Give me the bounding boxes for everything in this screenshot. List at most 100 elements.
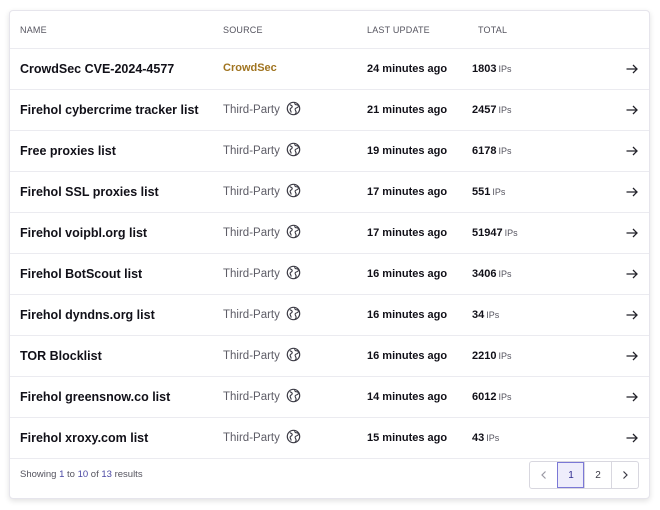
- arrow-right-icon[interactable]: [625, 308, 639, 322]
- blocklist-source: Third-Party: [223, 388, 301, 403]
- column-header-name[interactable]: NAME: [20, 25, 47, 35]
- blocklist-source: Third-Party: [223, 142, 301, 157]
- table-body: CrowdSec CVE-2024-4577 CrowdSec 24 minutes…: [10, 49, 649, 459]
- ip-count: 6012: [472, 391, 497, 403]
- last-update: 17 minutes ago: [367, 227, 448, 239]
- arrow-right-icon[interactable]: [625, 431, 639, 445]
- ip-total: 51947 IPs: [472, 227, 518, 239]
- blocklist-source: Third-Party: [223, 265, 301, 280]
- table-row[interactable]: Firehol BotScout list Third-Party 16 minut…: [10, 254, 649, 295]
- column-header-last-update[interactable]: LAST UPDATE: [367, 25, 430, 35]
- ip-count: 551: [472, 186, 491, 198]
- arrow-right-icon[interactable]: [625, 390, 639, 404]
- ip-total: 551 IPs: [472, 186, 505, 198]
- results-word: results: [111, 469, 143, 480]
- table-row[interactable]: Firehol greensnow.co list Third-Party 14 m…: [10, 377, 649, 418]
- last-update: 16 minutes ago: [367, 268, 448, 280]
- blocklist-source: Third-Party: [223, 224, 301, 239]
- showing-prefix: Showing: [20, 469, 60, 480]
- globe-icon: [286, 142, 301, 157]
- source-label: CrowdSec: [223, 62, 277, 74]
- globe-icon: [286, 429, 301, 444]
- globe-icon: [286, 388, 301, 403]
- ip-total: 3406 IPs: [472, 268, 512, 280]
- page-button-1[interactable]: 1: [557, 462, 584, 488]
- table-row[interactable]: TOR Blocklist Third-Party 16 minutes ago 22…: [10, 336, 649, 377]
- blocklist-name[interactable]: Firehol SSL proxies list: [20, 185, 159, 199]
- last-update: 14 minutes ago: [367, 391, 448, 403]
- globe-icon: [286, 183, 301, 198]
- source-label: Third-Party: [223, 308, 280, 321]
- table-row[interactable]: Firehol cybercrime tracker list Third-Par…: [10, 90, 649, 131]
- ip-total: 6012 IPs: [472, 391, 512, 403]
- table-row[interactable]: Firehol SSL proxies list Third-Party 17 mi…: [10, 172, 649, 213]
- blocklist-name[interactable]: Firehol voipbl.org list: [20, 226, 147, 240]
- page-button-2[interactable]: 2: [584, 462, 611, 488]
- last-update: 17 minutes ago: [367, 186, 448, 198]
- blocklist-source: Third-Party: [223, 347, 301, 362]
- table-row[interactable]: CrowdSec CVE-2024-4577 CrowdSec 24 minutes…: [10, 49, 649, 90]
- source-label: Third-Party: [223, 226, 280, 239]
- source-label: Third-Party: [223, 144, 280, 157]
- last-update: 21 minutes ago: [367, 104, 448, 116]
- ip-unit: IPs: [498, 64, 512, 74]
- previous-page-button[interactable]: [530, 462, 557, 488]
- ip-count: 1803: [472, 63, 497, 75]
- last-update: 24 minutes ago: [367, 63, 448, 75]
- arrow-right-icon[interactable]: [625, 185, 639, 199]
- arrow-right-icon[interactable]: [625, 267, 639, 281]
- globe-icon: [286, 347, 301, 362]
- ip-total: 1803 IPs: [472, 63, 512, 75]
- table-row[interactable]: Free proxies list Third-Party 19 minutes a…: [10, 131, 649, 172]
- results-to: 10: [77, 469, 89, 480]
- ip-unit: IPs: [498, 392, 512, 402]
- blocklist-name[interactable]: Firehol cybercrime tracker list: [20, 103, 199, 117]
- column-header-source[interactable]: SOURCE: [223, 25, 263, 35]
- ip-unit: IPs: [498, 351, 512, 361]
- blocklist-name[interactable]: Firehol BotScout list: [20, 267, 142, 281]
- source-label: Third-Party: [223, 431, 280, 444]
- blocklist-name[interactable]: Firehol greensnow.co list: [20, 390, 170, 404]
- source-label: Third-Party: [223, 267, 280, 280]
- table-footer: Showing 1 to 10 of 13 results 1 2: [10, 452, 649, 498]
- ip-unit: IPs: [498, 269, 512, 279]
- table-row[interactable]: Firehol voipbl.org list Third-Party 17 min…: [10, 213, 649, 254]
- ip-count: 51947: [472, 227, 503, 239]
- source-label: Third-Party: [223, 390, 280, 403]
- blocklist-name[interactable]: Firehol dyndns.org list: [20, 308, 155, 322]
- of-word: of: [88, 469, 102, 480]
- blocklist-source: Third-Party: [223, 429, 301, 444]
- next-page-button[interactable]: [611, 462, 638, 488]
- arrow-right-icon[interactable]: [625, 62, 639, 76]
- blocklist-name[interactable]: TOR Blocklist: [20, 349, 102, 363]
- results-summary: Showing 1 to 10 of 13 results: [20, 469, 143, 480]
- chevron-right-icon: [623, 471, 628, 479]
- last-update: 16 minutes ago: [367, 350, 448, 362]
- arrow-right-icon[interactable]: [625, 349, 639, 363]
- ip-count: 43: [472, 432, 485, 444]
- ip-total: 43 IPs: [472, 432, 499, 444]
- arrow-right-icon[interactable]: [625, 103, 639, 117]
- ip-total: 2210 IPs: [472, 350, 512, 362]
- blocklist-name[interactable]: Free proxies list: [20, 144, 116, 158]
- ip-total: 2457 IPs: [472, 104, 512, 116]
- table-row[interactable]: Firehol dyndns.org list Third-Party 16 min…: [10, 295, 649, 336]
- last-update: 19 minutes ago: [367, 145, 448, 157]
- ip-total: 6178 IPs: [472, 145, 512, 157]
- ip-unit: IPs: [498, 105, 512, 115]
- blocklist-name[interactable]: Firehol xroxy.com list: [20, 431, 148, 445]
- results-total: 13: [101, 469, 112, 480]
- last-update: 15 minutes ago: [367, 432, 448, 444]
- ip-unit: IPs: [492, 187, 506, 197]
- table-header: NAME SOURCE LAST UPDATE TOTAL: [10, 11, 649, 49]
- to-word: to: [64, 469, 78, 480]
- blocklists-table-card: NAME SOURCE LAST UPDATE TOTAL CrowdSec C…: [9, 10, 650, 499]
- ip-unit: IPs: [486, 433, 500, 443]
- blocklist-name[interactable]: CrowdSec CVE-2024-4577: [20, 62, 174, 76]
- blocklist-source: Third-Party: [223, 306, 301, 321]
- arrow-right-icon[interactable]: [625, 144, 639, 158]
- arrow-right-icon[interactable]: [625, 226, 639, 240]
- column-header-total[interactable]: TOTAL: [478, 25, 507, 35]
- ip-unit: IPs: [504, 228, 518, 238]
- globe-icon: [286, 265, 301, 280]
